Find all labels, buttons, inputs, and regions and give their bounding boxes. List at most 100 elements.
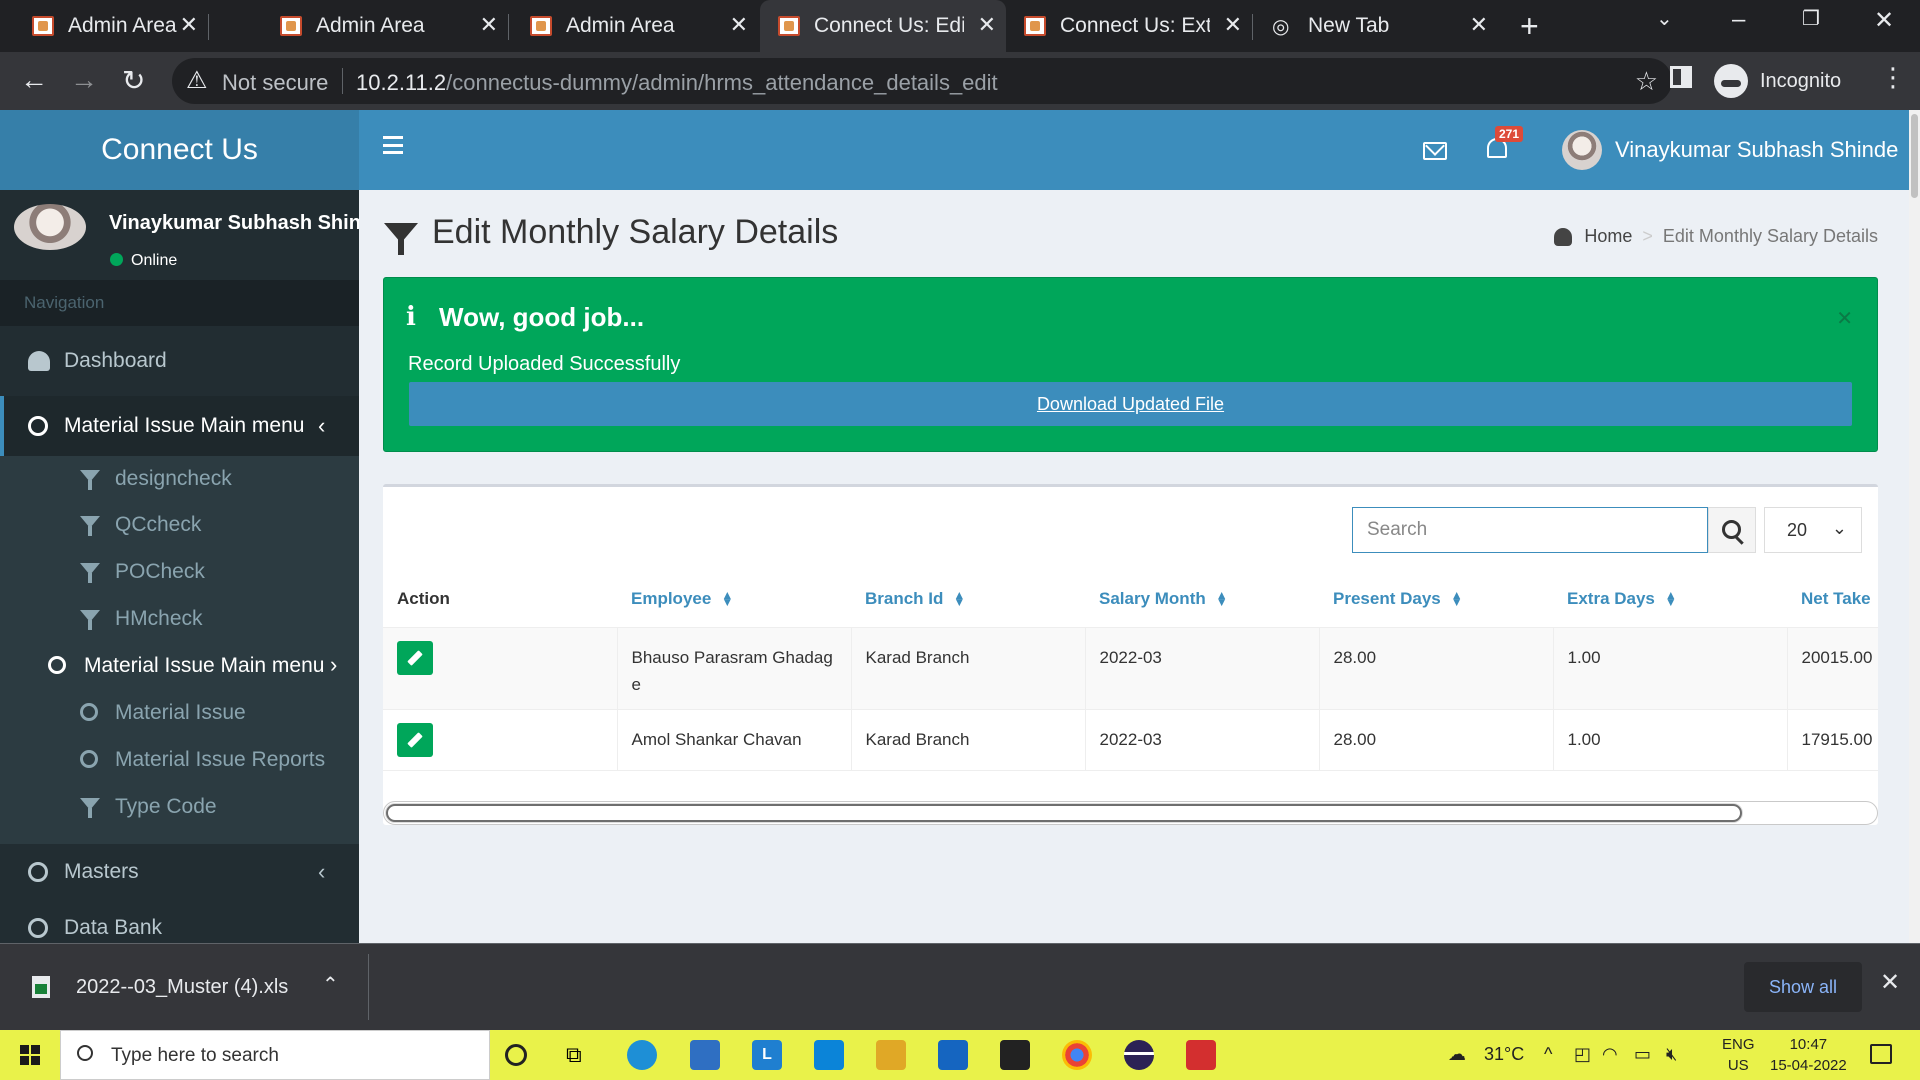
sidebar-item-qccheck[interactable]: QCcheck (0, 502, 359, 548)
avatar[interactable] (1562, 130, 1602, 170)
minimize-icon[interactable]: – (1732, 6, 1745, 34)
address-bar[interactable]: ⚠ Not secure 10.2.11.2/connectus-dummy/a… (172, 58, 1672, 104)
column-header-salary-month[interactable]: Salary Month ▲ ▼ (1085, 571, 1319, 627)
sidebar-item-data-bank[interactable]: Data Bank (0, 900, 359, 943)
network-icon[interactable]: ◰ (1574, 1044, 1591, 1065)
browser-tab[interactable]: Admin Area ✕ (250, 0, 509, 52)
language-indicator[interactable]: ENG US (1722, 1034, 1755, 1076)
circle-icon (80, 703, 98, 721)
speaker-muted-icon[interactable]: 🔇︎ (1666, 1044, 1677, 1065)
taskbar-search[interactable]: Type here to search (60, 1030, 490, 1080)
scrollbar-thumb[interactable] (386, 804, 1742, 822)
bookmark-star-icon[interactable]: ☆ (1635, 66, 1658, 97)
app-icon[interactable] (1186, 1040, 1216, 1070)
column-header-extra-days[interactable]: Extra Days ▲ ▼ (1553, 571, 1787, 627)
incognito-indicator[interactable]: Incognito (1714, 64, 1841, 98)
edit-button[interactable] (397, 722, 433, 757)
mail-icon[interactable] (1423, 142, 1447, 160)
search-input[interactable] (1352, 507, 1708, 553)
browser-tab[interactable]: Admin Area ✕ (0, 0, 209, 52)
mail-app-icon[interactable] (690, 1040, 720, 1070)
back-icon[interactable]: ← (20, 64, 48, 96)
close-tab-icon[interactable]: ✕ (978, 12, 996, 38)
warning-icon[interactable]: ⚠ (186, 66, 208, 95)
filter-icon-shape (80, 563, 100, 583)
column-header-branch-id[interactable]: Branch Id ▲ ▼ (851, 571, 1085, 627)
new-tab-button[interactable]: + (1520, 8, 1539, 45)
download-file-name[interactable]: 2022--03_Muster (4).xls (76, 976, 288, 999)
sidebar-item-hmcheck[interactable]: HMcheck (0, 596, 359, 642)
browser-tab[interactable]: ◎ New Tab ✕ (1252, 0, 1498, 52)
page-size-select[interactable]: 20 ⌄ (1764, 507, 1862, 553)
close-tab-icon[interactable]: ✕ (480, 12, 498, 38)
vertical-scrollbar[interactable] (1909, 110, 1920, 943)
outlook-icon[interactable] (938, 1040, 968, 1070)
table-row: Bhauso Parasram Ghadage Karad Branch 202… (383, 626, 1878, 709)
sidebar-item-pocheck[interactable]: POCheck (0, 549, 359, 595)
browser-tab[interactable]: Admin Area ✕ (500, 0, 758, 52)
horizontal-scrollbar[interactable] (383, 801, 1878, 825)
reload-icon[interactable]: ↻ (122, 64, 145, 97)
l-app-icon[interactable]: L (752, 1040, 782, 1070)
cortana-icon[interactable] (505, 1044, 527, 1066)
tab-title: Connect Us: Edit I (814, 14, 964, 37)
user-panel: Vinaykumar Subhash Shinde Online (0, 190, 359, 270)
browser-tab[interactable]: Connect Us: Extra ✕ (1006, 0, 1253, 52)
restore-icon[interactable]: ❐ (1802, 6, 1820, 31)
column-header-action: Action (383, 571, 617, 627)
search-icon[interactable] (1708, 507, 1756, 553)
sidebar-item-material-issue[interactable]: Material Issue (0, 690, 359, 736)
sidebar-item-designcheck[interactable]: designcheck (0, 456, 359, 502)
close-tab-icon[interactable]: ✕ (1224, 12, 1242, 38)
windows-start-icon[interactable] (20, 1045, 40, 1065)
sidebar-item-type-code[interactable]: Type Code (0, 784, 359, 830)
close-window-icon[interactable]: ✕ (1874, 6, 1894, 35)
notifications-icon[interactable] (1870, 1044, 1892, 1064)
task-view-icon[interactable]: ⧉ (566, 1042, 596, 1072)
temperature-label[interactable]: 31°C (1484, 1044, 1524, 1065)
forward-icon[interactable]: → (70, 64, 98, 96)
eclipse-icon[interactable] (1124, 1040, 1154, 1070)
file-explorer-icon[interactable] (876, 1040, 906, 1070)
wifi-icon[interactable]: ◠ (1602, 1044, 1618, 1065)
breadcrumb-home-link[interactable]: Home (1584, 226, 1632, 247)
chevron-up-icon[interactable]: ⌃ (322, 972, 339, 997)
app-icon[interactable] (814, 1040, 844, 1070)
sidebar-item-label: Material Issue (115, 701, 246, 724)
browser-tab-active[interactable]: Connect Us: Edit I ✕ (760, 0, 1006, 52)
taskbar-clock[interactable]: 10:47 15-04-2022 (1770, 1034, 1847, 1076)
tab-search-icon[interactable]: ⌄ (1656, 6, 1673, 31)
sidebar-item-material-issue-main-menu[interactable]: Material Issue Main menu ‹ (0, 396, 359, 456)
app-logo[interactable]: Connect Us (0, 110, 359, 190)
chrome-icon[interactable] (1062, 1040, 1092, 1070)
battery-icon[interactable]: ▭ (1634, 1044, 1651, 1065)
browser-menu-icon[interactable]: ⋮ (1880, 62, 1906, 93)
weather-icon[interactable]: ☁ (1448, 1044, 1466, 1065)
sidebar-item-dashboard[interactable]: Dashboard (0, 333, 359, 389)
download-updated-file-button[interactable]: Download Updated File (409, 382, 1852, 426)
column-header-present-days[interactable]: Present Days ▲ ▼ (1319, 571, 1553, 627)
url-text[interactable]: 10.2.11.2/connectus-dummy/admin/hrms_att… (356, 70, 998, 96)
edit-button[interactable] (397, 640, 433, 675)
close-tab-icon[interactable]: ✕ (1470, 12, 1488, 38)
close-tab-icon[interactable]: ✕ (180, 12, 198, 38)
column-header-employee[interactable]: Employee ▲ ▼ (617, 571, 851, 627)
side-panel-icon[interactable] (1670, 66, 1692, 88)
close-icon[interactable]: ✕ (1836, 306, 1853, 331)
download-shelf: 2022--03_Muster (4).xls ⌃ Show all ✕ (0, 943, 1920, 1030)
sticky-notes-icon[interactable] (1000, 1040, 1030, 1070)
scrollbar-thumb[interactable] (1911, 114, 1918, 198)
sidebar-item-masters[interactable]: Masters ‹ (0, 844, 359, 900)
show-all-button[interactable]: Show all (1744, 962, 1862, 1012)
close-tab-icon[interactable]: ✕ (730, 12, 748, 38)
edge-icon[interactable] (627, 1040, 657, 1070)
sidebar-item-material-issue-reports[interactable]: Material Issue Reports (0, 737, 359, 783)
sidebar-item-material-issue-submenu[interactable]: Material Issue Main menu › (0, 643, 359, 689)
column-header-net-take[interactable]: Net Take (1787, 571, 1878, 627)
sidebar-toggle-icon[interactable] (383, 136, 403, 154)
net-take-cell: 20015.00 (1787, 626, 1878, 709)
security-label[interactable]: Not secure (222, 70, 328, 96)
chevron-up-icon[interactable]: ^ (1544, 1044, 1552, 1065)
header-user-name[interactable]: Vinaykumar Subhash Shinde (1615, 137, 1898, 163)
close-icon[interactable]: ✕ (1880, 968, 1900, 997)
